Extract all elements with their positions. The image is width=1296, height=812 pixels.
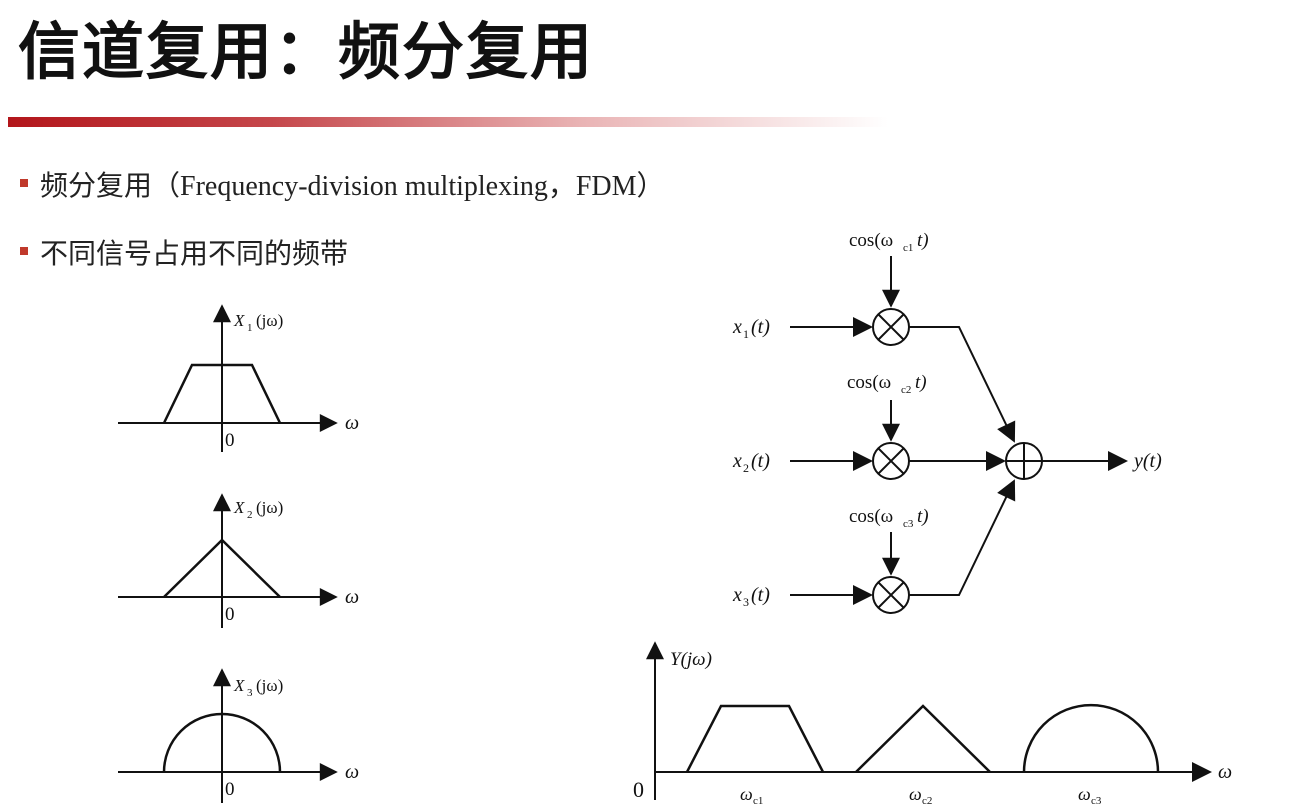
x3-label-base: X — [233, 676, 245, 695]
multiplier-1 — [872, 308, 910, 346]
x2-origin: 0 — [225, 604, 235, 625]
combined-spectrum: Y(jω) 0 ω ω c1 ω c2 ω c3 — [633, 641, 1232, 807]
spectrum-x3: X 3 (jω) 0 ω — [118, 668, 359, 803]
carrier-2-pre: cos(ω — [847, 372, 891, 393]
summer — [1005, 442, 1043, 480]
x3-omega-label: ω — [345, 761, 359, 783]
input-2-base: x — [732, 450, 742, 472]
center-3-base: ω — [1078, 784, 1091, 804]
spectrum-x2: X 2 (jω) 0 ω — [118, 493, 359, 628]
input-3-sub: 3 — [743, 595, 749, 609]
input-2-sub: 2 — [743, 461, 749, 475]
carrier-3-post: t) — [917, 506, 929, 527]
center-3-sub: c3 — [1091, 795, 1102, 807]
band-3-semicircle — [1022, 703, 1160, 773]
x2-omega-label: ω — [345, 586, 359, 608]
input-1-base: x — [732, 316, 742, 338]
input-3-base: x — [732, 584, 742, 606]
combined-omega-label: ω — [1218, 761, 1232, 783]
multiplier-2 — [872, 442, 910, 480]
carrier-3-pre: cos(ω — [849, 506, 893, 527]
carrier-1-sub: c1 — [903, 242, 913, 254]
output-label: y(t) — [1132, 450, 1162, 472]
x3-label-tail: (jω) — [256, 676, 283, 695]
carrier-3-sub: c3 — [903, 518, 914, 530]
x1-label-tail: (jω) — [256, 311, 283, 330]
x3-origin: 0 — [225, 779, 235, 800]
combined-origin: 0 — [633, 777, 644, 802]
carrier-1-pre: cos(ω — [849, 230, 893, 251]
band-1-trapezoid — [685, 704, 825, 773]
input-3-tail: (t) — [751, 584, 770, 606]
path-3-to-summer — [909, 479, 1016, 596]
x1-omega-label: ω — [345, 412, 359, 434]
x1-label-base: X — [233, 311, 245, 330]
modulation-block-diagram: cos(ω c1 t) cos(ω c2 t) cos(ω c3 t) x 1 … — [732, 230, 1162, 614]
fdm-diagram: X 1 (jω) 0 ω X 2 (jω) 0 ω X 3 (jω) 0 ω c… — [118, 230, 1232, 807]
input-1-tail: (t) — [751, 316, 770, 338]
x1-origin: 0 — [225, 430, 235, 451]
center-2-sub: c2 — [922, 795, 932, 807]
x2-label-sub: 2 — [247, 509, 253, 521]
center-1-base: ω — [740, 784, 753, 804]
input-2-tail: (t) — [751, 450, 770, 472]
x2-label-base: X — [233, 498, 245, 517]
spectrum-x1: X 1 (jω) 0 ω — [118, 304, 359, 452]
input-1-sub: 1 — [743, 327, 749, 341]
carrier-2-post: t) — [915, 372, 927, 393]
multiplier-3 — [872, 576, 910, 614]
center-1-sub: c1 — [753, 795, 763, 807]
x3-label-sub: 3 — [247, 687, 253, 699]
carrier-1-post: t) — [917, 230, 929, 251]
x2-label-tail: (jω) — [256, 498, 283, 517]
center-2-base: ω — [909, 784, 922, 804]
x1-label-sub: 1 — [247, 322, 253, 334]
combined-y-label: Y(jω) — [670, 649, 712, 670]
carrier-2-sub: c2 — [901, 384, 911, 396]
band-2-triangle — [855, 704, 991, 773]
